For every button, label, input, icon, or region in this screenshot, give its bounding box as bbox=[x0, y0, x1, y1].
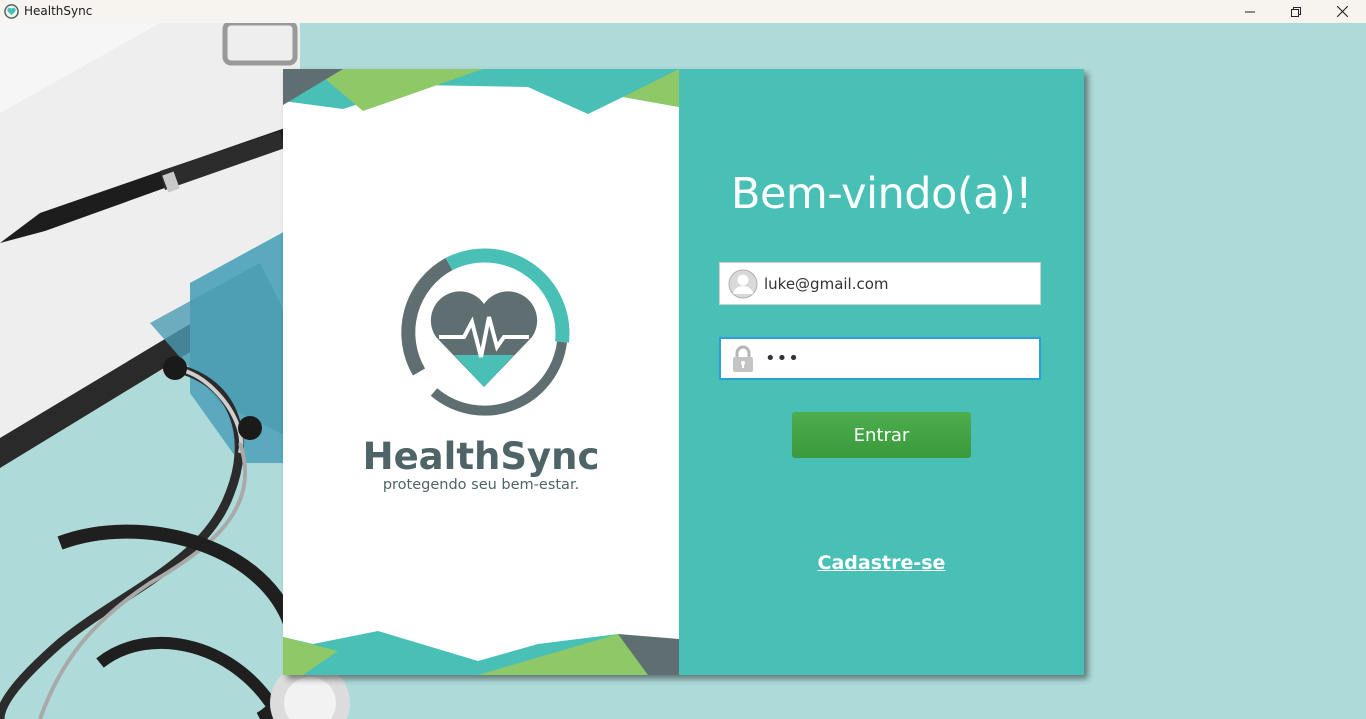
close-button[interactable] bbox=[1319, 0, 1365, 23]
password-input[interactable] bbox=[765, 339, 1035, 378]
close-icon bbox=[1336, 6, 1348, 17]
window-title: HealthSync bbox=[24, 4, 93, 18]
minimize-button[interactable] bbox=[1227, 0, 1273, 23]
branding-panel: HealthSync protegendo seu bem-estar. bbox=[283, 69, 679, 675]
lock-icon bbox=[733, 345, 753, 372]
login-panel: Bem-vindo(a)! Entrar Cadastre-se bbox=[679, 69, 1084, 675]
welcome-heading: Bem-vindo(a)! bbox=[730, 169, 1033, 219]
email-field[interactable] bbox=[719, 262, 1041, 305]
restore-icon bbox=[1291, 6, 1301, 17]
signup-link[interactable]: Cadastre-se bbox=[679, 552, 1084, 574]
brand-tagline: protegendo seu bem-estar. bbox=[382, 477, 580, 493]
password-field[interactable] bbox=[719, 337, 1041, 380]
brand-name: HealthSync bbox=[362, 435, 600, 478]
login-card: HealthSync protegendo seu bem-estar. Bem… bbox=[283, 69, 1084, 675]
email-input[interactable] bbox=[764, 263, 1034, 304]
maximize-button[interactable] bbox=[1273, 0, 1319, 23]
entrar-button[interactable]: Entrar bbox=[792, 412, 971, 458]
user-avatar-icon bbox=[728, 269, 758, 299]
window-titlebar: HealthSync bbox=[0, 0, 1366, 24]
app-logo-icon bbox=[4, 4, 19, 19]
healthsync-heart-logo-icon bbox=[401, 248, 570, 416]
minimize-icon bbox=[1245, 11, 1255, 12]
